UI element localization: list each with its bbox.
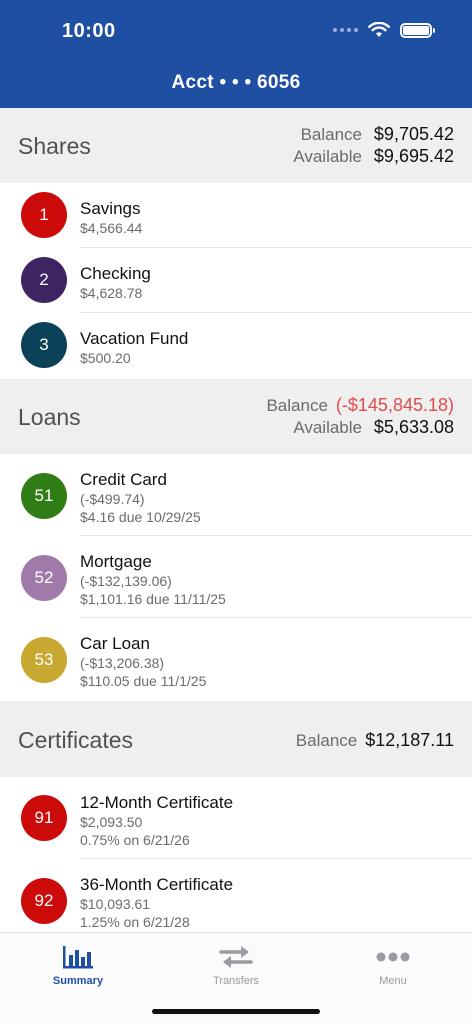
tab-label: Summary bbox=[52, 975, 104, 987]
section-title-loans: Loans bbox=[18, 404, 81, 430]
shares-balance-label: Balance bbox=[300, 125, 362, 144]
account-row-vacation-fund[interactable]: 3 Vacation Fund $500.20 bbox=[0, 313, 472, 379]
ellipsis-icon bbox=[376, 952, 410, 962]
loan-due: $4.16 due 10/29/25 bbox=[80, 509, 201, 525]
shares-balance-value: $9,705.42 bbox=[373, 124, 454, 144]
status-time: 10:00 bbox=[62, 20, 116, 42]
home-indicator[interactable] bbox=[152, 1009, 320, 1014]
account-summary-content[interactable]: Shares Balance $9,705.42 Available $9,69… bbox=[0, 108, 472, 932]
battery-icon bbox=[400, 22, 435, 38]
certificate-rate: 1.25% on 6/21/28 bbox=[80, 914, 190, 930]
loans-balance-value: (-$145,845.18) bbox=[335, 395, 454, 415]
certificate-amount: $10,093.61 bbox=[80, 896, 151, 912]
loan-name: Credit Card bbox=[80, 470, 167, 489]
shares-totals: Balance $9,705.42 Available $9,695.42 bbox=[293, 124, 454, 168]
certificate-rate: 0.75% on 6/21/26 bbox=[80, 832, 190, 848]
loans-available-value: $5,633.08 bbox=[373, 417, 454, 437]
tab-label: Transfers bbox=[212, 975, 260, 987]
app-header: 10:00 Acct • • • 6056 bbox=[0, 0, 472, 108]
tab-summary[interactable]: Summary bbox=[18, 939, 138, 987]
wifi-icon bbox=[368, 22, 390, 37]
section-title-shares: Shares bbox=[18, 133, 91, 159]
status-icons bbox=[333, 22, 435, 38]
certificates-totals: Balance $12,187.11 bbox=[296, 730, 454, 752]
account-number-badge: 51 bbox=[21, 473, 67, 519]
certificate-row-36-month[interactable]: 92 36-Month Certificate $10,093.61 1.25%… bbox=[0, 859, 472, 932]
transfer-arrows-icon bbox=[219, 946, 253, 968]
loan-row-credit-card[interactable]: 51 Credit Card (-$499.74) $4.16 due 10/2… bbox=[0, 454, 472, 536]
loan-amount: (-$13,206.38) bbox=[80, 655, 165, 671]
account-number-badge: 1 bbox=[21, 192, 67, 238]
loans-balance-label: Balance bbox=[266, 396, 328, 415]
loan-row-mortgage[interactable]: 52 Mortgage (-$132,139.06) $1,101.16 due… bbox=[0, 536, 472, 618]
tab-label: Menu bbox=[379, 975, 407, 987]
account-amount: $500.20 bbox=[80, 350, 131, 366]
loans-totals: Balance (-$145,845.18) Available $5,633.… bbox=[266, 395, 454, 439]
cellular-signal-icon bbox=[333, 28, 358, 32]
account-name: Checking bbox=[80, 264, 151, 283]
account-amount: $4,566.44 bbox=[80, 220, 143, 236]
certificate-name: 36-Month Certificate bbox=[80, 875, 234, 894]
account-name: Vacation Fund bbox=[80, 329, 189, 348]
tab-menu[interactable]: Menu bbox=[333, 939, 453, 987]
shares-section-header: Shares Balance $9,705.42 Available $9,69… bbox=[0, 108, 472, 183]
account-amount: $4,628.78 bbox=[80, 285, 143, 301]
certificate-name: 12-Month Certificate bbox=[80, 793, 234, 812]
account-number-badge: 2 bbox=[21, 257, 67, 303]
certificate-amount: $2,093.50 bbox=[80, 814, 143, 830]
loan-name: Car Loan bbox=[80, 634, 150, 653]
shares-available-value: $9,695.42 bbox=[373, 146, 454, 166]
account-row-checking[interactable]: 2 Checking $4,628.78 bbox=[0, 248, 472, 313]
account-number-badge: 53 bbox=[21, 637, 67, 683]
account-number-badge: 52 bbox=[21, 555, 67, 601]
certificate-row-12-month[interactable]: 91 12-Month Certificate $2,093.50 0.75% … bbox=[0, 777, 472, 859]
loan-due: $1,101.16 due 11/11/25 bbox=[80, 591, 226, 607]
account-number-badge: 91 bbox=[21, 795, 67, 841]
loan-row-car-loan[interactable]: 53 Car Loan (-$13,206.38) $110.05 due 11… bbox=[0, 618, 472, 701]
account-name: Savings bbox=[80, 199, 141, 218]
loans-available-label: Available bbox=[293, 418, 362, 437]
certificates-balance-value: $12,187.11 bbox=[365, 730, 454, 750]
tab-transfers[interactable]: Transfers bbox=[176, 939, 296, 987]
certificates-section-header: Certificates Balance $12,187.11 bbox=[0, 701, 472, 777]
account-number-badge: 3 bbox=[21, 322, 67, 368]
loan-name: Mortgage bbox=[80, 552, 152, 571]
loan-due: $110.05 due 11/1/25 bbox=[80, 673, 207, 689]
bar-chart-icon bbox=[63, 946, 93, 969]
account-row-savings[interactable]: 1 Savings $4,566.44 bbox=[0, 183, 472, 248]
loan-amount: (-$132,139.06) bbox=[80, 573, 172, 589]
account-number-badge: 92 bbox=[21, 878, 67, 924]
loan-amount: (-$499.74) bbox=[80, 491, 145, 507]
certificates-balance-label: Balance bbox=[295, 731, 358, 750]
shares-available-label: Available bbox=[293, 147, 362, 166]
account-title: Acct • • • 6056 bbox=[171, 72, 301, 93]
loans-section-header: Loans Balance (-$145,845.18) Available $… bbox=[0, 379, 472, 454]
section-title-certificates: Certificates bbox=[18, 727, 134, 753]
